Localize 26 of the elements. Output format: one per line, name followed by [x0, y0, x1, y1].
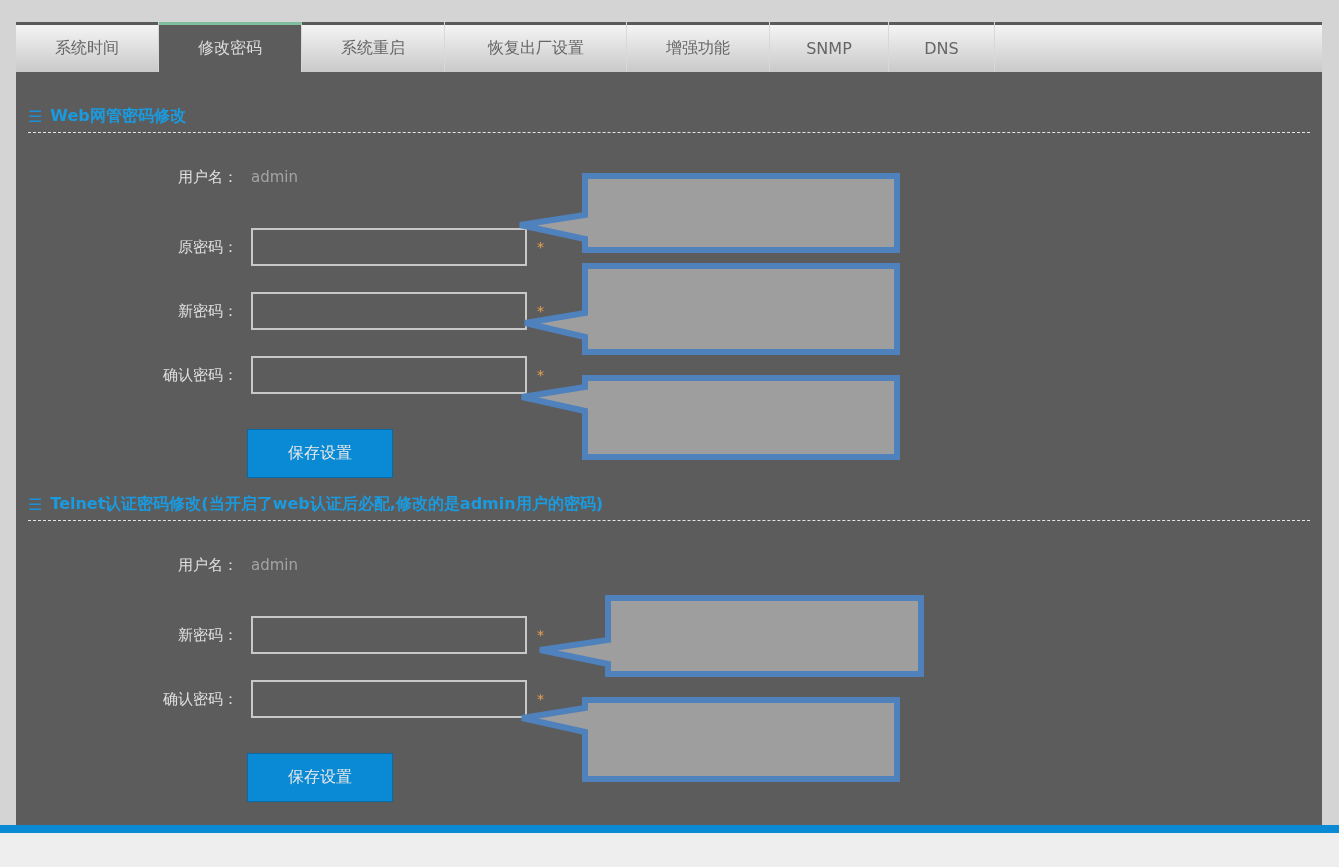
password-field[interactable] — [251, 228, 527, 266]
section-title: Web网管密码修改 — [50, 105, 186, 127]
password-field[interactable] — [251, 292, 527, 330]
password-field[interactable] — [251, 616, 527, 654]
field-label: 新密码： — [177, 625, 239, 645]
required-mark: * — [537, 691, 544, 707]
menu-icon: ☰ — [28, 494, 43, 514]
field-label: 新密码： — [177, 301, 239, 321]
save-button[interactable]: 保存设置 — [247, 753, 393, 802]
password-field[interactable] — [251, 680, 527, 718]
required-mark: * — [537, 367, 544, 383]
field-label: 确认密码： — [162, 689, 239, 709]
password-field[interactable] — [251, 356, 527, 394]
tab[interactable]: 修改密码 — [159, 22, 302, 72]
field-label: 确认密码： — [162, 365, 239, 385]
required-mark: * — [537, 627, 544, 643]
required-mark: * — [537, 303, 544, 319]
username-value: admin — [251, 168, 298, 186]
section-title: Telnet认证密码修改(当开启了web认证后必配,修改的是admin用户的密码) — [50, 493, 603, 515]
field-label: 用户名： — [177, 167, 239, 187]
menu-icon: ☰ — [28, 106, 43, 126]
field-label: 用户名： — [177, 555, 239, 575]
required-mark: * — [537, 239, 544, 255]
username-value: admin — [251, 556, 298, 574]
field-label: 原密码： — [177, 237, 239, 257]
save-button[interactable]: 保存设置 — [247, 429, 393, 478]
